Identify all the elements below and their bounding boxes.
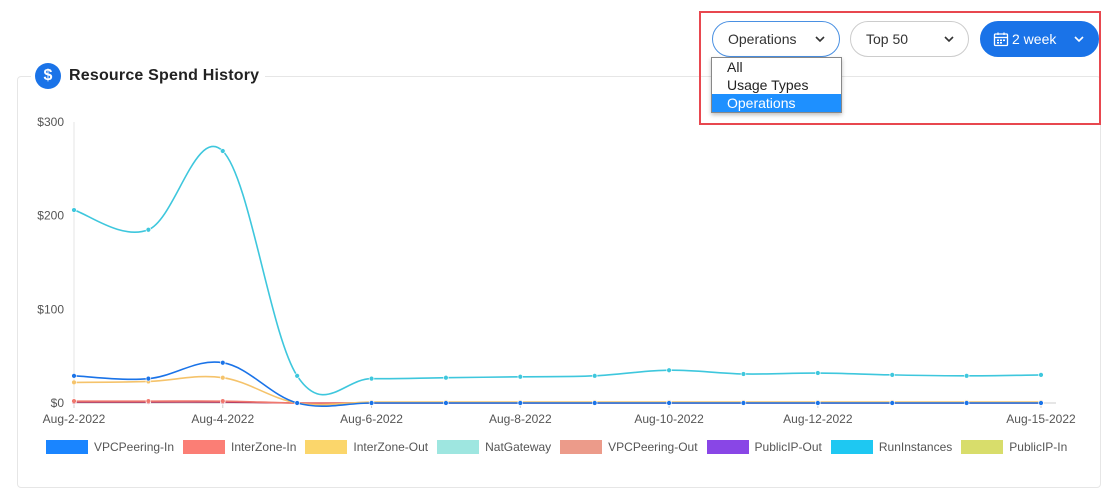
data-point: [145, 227, 152, 233]
data-point: [963, 400, 970, 406]
legend-label: VPCPeering-In: [94, 440, 175, 454]
series-line-vpcpeering-in: [73, 361, 1041, 408]
chart-legend: VPCPeering-In InterZone-In InterZone-Out Na…: [46, 440, 1076, 454]
data-point: [71, 373, 77, 379]
data-point: [145, 375, 152, 382]
data-point: [368, 375, 375, 382]
data-point: [220, 360, 226, 366]
data-point: [1038, 400, 1044, 406]
data-point: [368, 400, 375, 406]
chevron-down-icon: [815, 36, 825, 43]
data-point: [591, 373, 598, 379]
legend-label: RunInstances: [878, 440, 953, 454]
data-point: [666, 367, 672, 373]
legend-item[interactable]: PublicIP-In: [961, 440, 1067, 454]
data-point: [517, 400, 524, 406]
legend-item[interactable]: InterZone-Out: [305, 440, 428, 454]
option-operations[interactable]: Operations: [712, 94, 841, 112]
x-tick-label: Aug-10-2022: [634, 412, 704, 426]
x-tick-label: Aug-12-2022: [783, 412, 853, 426]
legend-label: PublicIP-In: [1009, 440, 1068, 454]
data-point: [666, 400, 672, 406]
x-tick-label: Aug-4-2022: [191, 412, 254, 426]
x-tick-label: Aug-15-2022: [1006, 412, 1076, 426]
data-point: [443, 400, 449, 406]
legend-swatch: [183, 440, 226, 454]
legend-item[interactable]: InterZone-In: [183, 440, 296, 454]
chevron-down-icon: [1074, 36, 1084, 43]
top-n-select[interactable]: Top 50: [850, 21, 969, 57]
x-tick-label: Aug-6-2022: [340, 412, 403, 426]
spend-line-chart: $300 $200 $100 $0 Aug-2-2022 Aug-4-2022 Aug-6-…: [37, 115, 1076, 426]
series-line-runinstances: [73, 145, 1042, 396]
time-range-select[interactable]: 2 week: [980, 21, 1099, 57]
legend-swatch: [305, 440, 348, 454]
data-point: [220, 148, 226, 154]
legend-swatch: [560, 440, 603, 454]
legend-label: NatGateway: [485, 440, 552, 454]
legend-swatch: [437, 440, 480, 454]
data-point: [294, 400, 300, 406]
legend-label: PublicIP-Out: [754, 440, 822, 454]
legend-item[interactable]: PublicIP-Out: [706, 440, 822, 454]
legend-label: InterZone-In: [231, 440, 297, 454]
data-point: [71, 398, 77, 404]
x-tick-label: Aug-8-2022: [489, 412, 552, 426]
data-point: [517, 374, 524, 380]
legend-item[interactable]: RunInstances: [830, 440, 953, 454]
data-point: [740, 371, 747, 377]
legend-item[interactable]: VPCPeering-In: [46, 440, 174, 454]
legend-swatch: [706, 440, 749, 454]
data-point: [294, 373, 300, 379]
y-tick-label: $100: [37, 302, 64, 316]
group-by-dropdown: All Usage Types Operations: [711, 57, 842, 113]
x-tick-label: Aug-2-2022: [43, 412, 106, 426]
legend-swatch: [830, 440, 873, 454]
calendar-icon: [993, 32, 1009, 47]
legend-swatch: [46, 440, 88, 454]
data-point: [963, 373, 970, 379]
time-range-value: 2 week: [1012, 31, 1057, 47]
chevron-down-icon: [944, 36, 954, 43]
legend-label: InterZone-Out: [353, 440, 429, 454]
legend-label: VPCPeering-Out: [608, 440, 698, 454]
data-point: [145, 398, 152, 404]
data-point: [220, 398, 226, 404]
option-usage-types[interactable]: Usage Types: [712, 76, 841, 94]
data-point: [815, 400, 821, 406]
y-tick-label: $300: [37, 115, 64, 129]
data-point: [220, 375, 226, 381]
data-point: [889, 400, 895, 406]
option-all[interactable]: All: [712, 58, 841, 76]
data-point: [889, 372, 895, 378]
data-point: [740, 400, 747, 406]
y-tick-label: $200: [37, 209, 64, 223]
y-tick-label: $0: [51, 396, 65, 410]
data-point: [591, 400, 598, 406]
data-point: [71, 379, 77, 386]
group-by-select[interactable]: Operations: [712, 21, 840, 57]
data-point: [815, 370, 821, 376]
legend-item[interactable]: VPCPeering-Out: [560, 440, 698, 454]
top-n-value: Top 50: [866, 31, 909, 47]
data-point: [71, 207, 77, 213]
data-point: [1038, 372, 1044, 378]
group-by-value: Operations: [728, 31, 797, 47]
legend-item[interactable]: NatGateway: [437, 440, 551, 454]
legend-swatch: [961, 440, 1004, 454]
data-point: [443, 375, 449, 381]
